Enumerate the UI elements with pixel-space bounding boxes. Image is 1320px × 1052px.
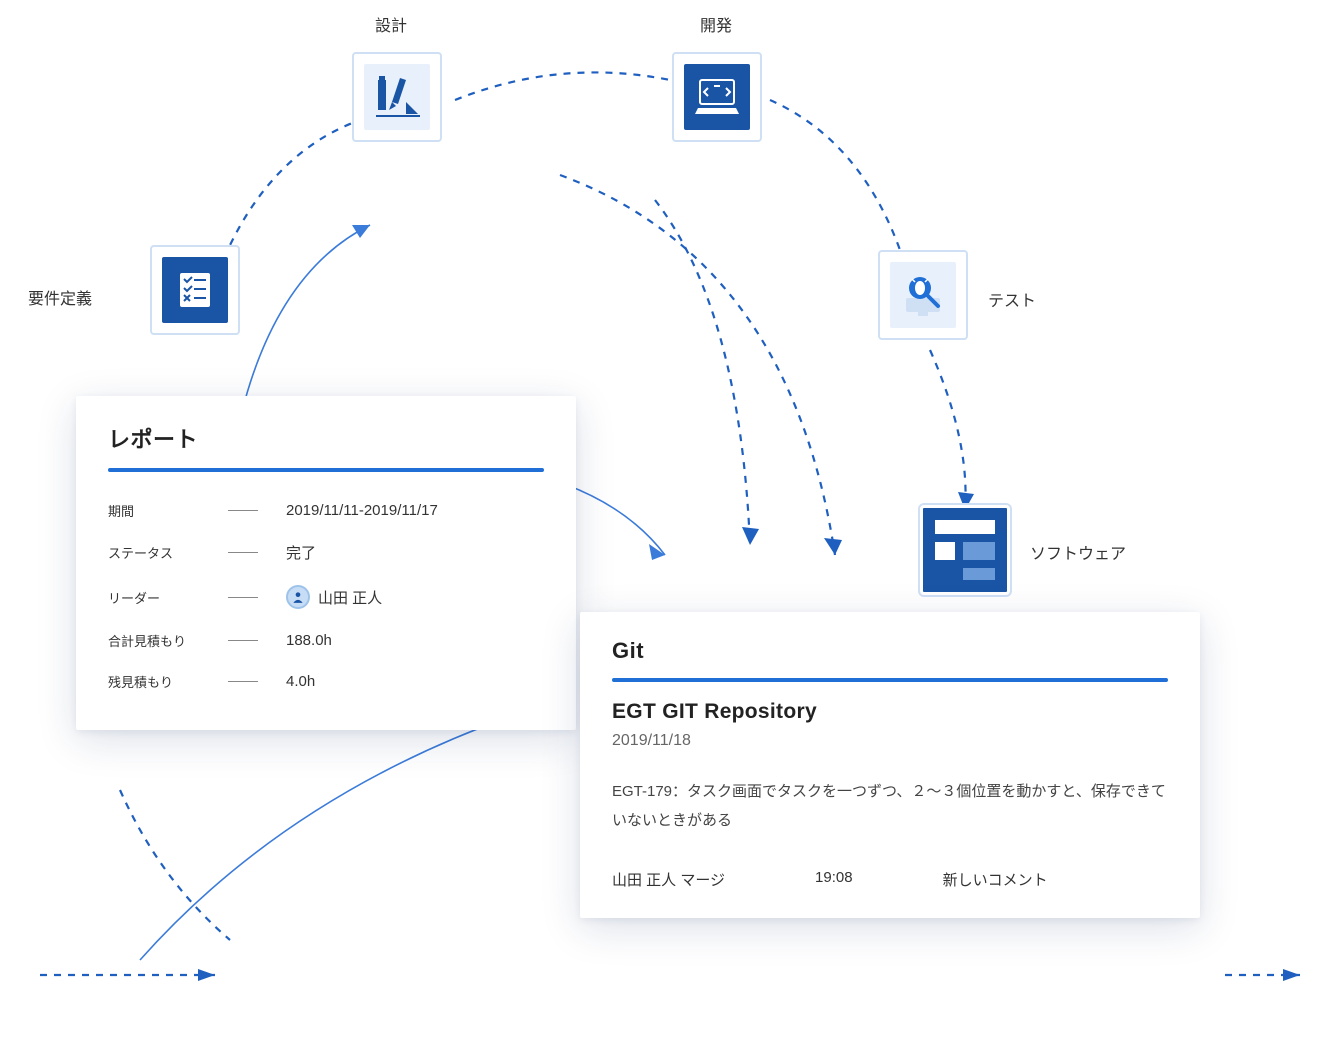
- report-value: 188.0h: [286, 632, 332, 649]
- stage-icon-design: [352, 52, 442, 142]
- report-title: レポート: [108, 422, 544, 454]
- git-date: 2019/11/18: [612, 732, 1168, 750]
- leader-name: 山田 正人: [318, 587, 382, 608]
- report-label: リーダー: [108, 588, 228, 607]
- report-row-estimate-total: 合計見積もり 188.0h: [108, 620, 544, 661]
- design-tools-icon: [372, 72, 422, 122]
- stage-label-development: 開発: [700, 12, 732, 36]
- stage-label-software: ソフトウェア: [1030, 540, 1126, 564]
- report-value: 完了: [286, 542, 316, 563]
- report-row-status: ステータス 完了: [108, 531, 544, 574]
- report-label: ステータス: [108, 543, 228, 562]
- stage-label-design: 設計: [375, 12, 407, 36]
- git-footer: 山田 正人 マージ 19:08 新しいコメント: [612, 869, 1168, 890]
- stage-icon-development: [672, 52, 762, 142]
- git-title: Git: [612, 638, 1168, 664]
- report-label: 合計見積もり: [108, 631, 228, 650]
- card-separator: [108, 468, 544, 472]
- card-separator: [612, 678, 1168, 682]
- report-row-period: 期間 2019/11/11-2019/11/17: [108, 490, 544, 531]
- git-card: Git EGT GIT Repository 2019/11/18 EGT-17…: [580, 612, 1200, 918]
- stage-label-test: テスト: [988, 287, 1036, 311]
- git-comment-label: 新しいコメント: [943, 869, 1048, 890]
- checklist-icon: [174, 269, 216, 311]
- code-laptop-icon: [692, 72, 742, 122]
- stage-icon-test: [878, 250, 968, 340]
- report-value: 山田 正人: [286, 585, 382, 609]
- report-value: 4.0h: [286, 673, 315, 690]
- report-label: 期間: [108, 501, 228, 520]
- avatar-icon: [286, 585, 310, 609]
- report-value: 2019/11/11-2019/11/17: [286, 502, 438, 519]
- git-time: 19:08: [815, 869, 853, 890]
- bug-magnifier-icon: [898, 270, 948, 320]
- git-repo-title: EGT GIT Repository: [612, 700, 1168, 724]
- report-card: レポート 期間 2019/11/11-2019/11/17 ステータス 完了 リ…: [76, 396, 576, 730]
- git-body: EGT-179：タスク画面でタスクを一つずつ、２〜３個位置を動かすと、保存できて…: [612, 778, 1168, 835]
- stage-icon-software: [920, 505, 1010, 595]
- git-author-action: 山田 正人 マージ: [612, 869, 725, 890]
- report-label: 残見積もり: [108, 672, 228, 691]
- stage-icon-requirements: [150, 245, 240, 335]
- stage-label-requirements: 要件定義: [28, 285, 92, 309]
- report-row-leader: リーダー 山田 正人: [108, 574, 544, 620]
- report-row-estimate-remaining: 残見積もり 4.0h: [108, 661, 544, 702]
